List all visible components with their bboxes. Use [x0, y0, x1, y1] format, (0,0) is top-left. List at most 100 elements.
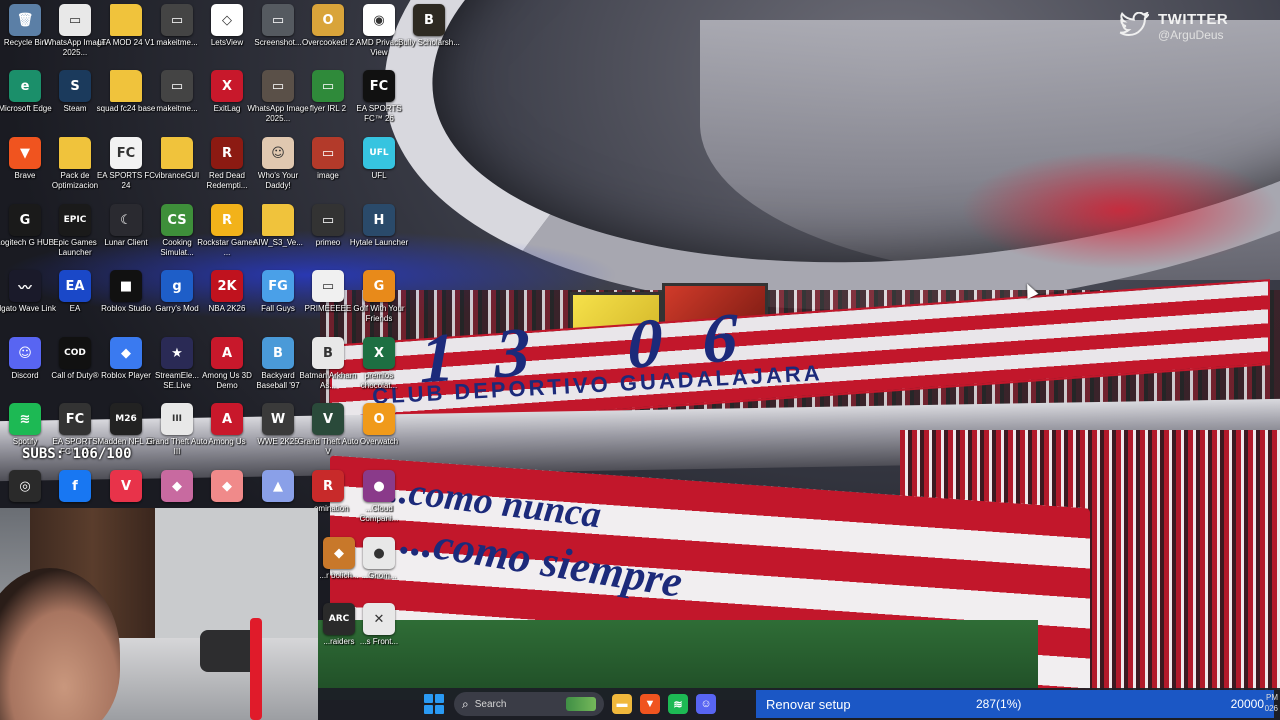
desktop-icon[interactable]: B Batman Arkham As... [300, 337, 356, 403]
desktop-icon[interactable]: ▭ image [303, 137, 353, 203]
brave-icon[interactable]: ▼ [640, 694, 660, 714]
desktop-icon[interactable]: W WWE 2K25 [253, 403, 303, 469]
desktop-icon[interactable]: squad fc24 base [97, 70, 155, 136]
search-highlight-image [566, 697, 596, 711]
desktop-icon[interactable]: ☺ Discord [0, 337, 50, 403]
webcam-wall [155, 508, 318, 638]
desktop-icon[interactable]: S Steam [50, 70, 100, 136]
desktop-icon[interactable]: ▭ primeo [303, 204, 353, 270]
desktop-icon[interactable]: ▭ PRIMEEEEE [303, 270, 353, 336]
clock-line-1: PM [1266, 693, 1278, 702]
desktop-icon[interactable]: 2K NBA 2K26 [202, 270, 252, 336]
desktop-icon[interactable]: O Overcooked! 2 [302, 4, 354, 70]
desktop-icon[interactable]: vibranceGUI [152, 137, 202, 203]
desktop-icon[interactable]: ▭ flyer IRL 2 [303, 70, 353, 136]
desktop-icon[interactable]: EPIC Epic Games Launcher [50, 204, 100, 270]
folder-icon [161, 137, 193, 169]
app-icon: ● [363, 470, 395, 502]
search-placeholder: Search [474, 698, 507, 710]
desktop-icon[interactable]: ● ...Cloud Compani... [354, 470, 404, 536]
desktop-icon[interactable]: ★ StreamEle... SE.Live [152, 337, 202, 403]
desktop-icon[interactable]: LTA MOD 24 V1 [97, 4, 155, 70]
desktop-icon[interactable]: ▭ WhatsApp Image 2025... [44, 4, 106, 70]
desktop-icon[interactable]: G Logitech G HUB [0, 204, 54, 270]
desktop-icon[interactable]: AIW_S3_Ve... [253, 204, 303, 270]
arc-raiders-icon: ARC [323, 603, 355, 635]
desktop-icon[interactable]: FG Fall Guys [253, 270, 303, 336]
desktop-icon[interactable]: ☺ Who's Your Daddy! [253, 137, 303, 203]
eye-icon: ◉ [363, 4, 395, 36]
desktop-icon[interactable]: 〰 Elgato Wave Link [0, 270, 56, 336]
taskbar: ⌕ Search ▬ ▼ ≋ ☺ Renovar setup 287(1%) 2000… [318, 688, 1280, 720]
desktop-icon[interactable]: ▭ makeitme... [152, 70, 202, 136]
desktop-icon[interactable]: V Grand Theft Auto V [298, 403, 358, 469]
valorant-icon: V [110, 470, 142, 502]
desktop-icon[interactable]: O Overwatch [354, 403, 404, 469]
desktop-icon[interactable]: B Bully Scholarsh... [398, 4, 460, 70]
desktop-icon[interactable]: ✕ ...s Front... [354, 603, 404, 669]
desktop-icon[interactable]: FC EA SPORTS FC™ 26 [354, 70, 404, 136]
file-explorer-icon[interactable]: ▬ [612, 694, 632, 714]
spotify-icon[interactable]: ≋ [668, 694, 688, 714]
desktop-icon[interactable]: B Backyard Baseball '97 [253, 337, 303, 403]
desktop-icon[interactable]: Xpremios chocolat... [354, 337, 404, 403]
image-file-icon: ▭ [161, 70, 193, 102]
desktop-icon[interactable]: Pack de Optimizacion [50, 137, 100, 203]
desktop-icon[interactable]: CS Cooking Simulat... [152, 204, 202, 270]
desktop-icon[interactable]: H Hytale Launcher [350, 204, 408, 270]
desktop-icon[interactable]: ▭ makeitme... [152, 4, 202, 70]
start-button[interactable] [424, 694, 444, 714]
folder-icon [110, 70, 142, 102]
desktop-icon[interactable]: X ExitLag [202, 70, 252, 136]
desktop-icon[interactable]: R Rockstar Games ... [197, 204, 257, 270]
app-icon: ◆ [161, 470, 193, 502]
desktop-icon[interactable]: COD Call of Duty® [50, 337, 100, 403]
exitlag-icon: X [211, 70, 243, 102]
elgato-icon: 〰 [9, 270, 41, 302]
facebook-icon: f [59, 470, 91, 502]
twitter-bird-icon [1118, 10, 1151, 40]
desktop-icon[interactable]: R Red Dead Redempti... [202, 137, 252, 203]
desktop-icon[interactable]: g Garry's Mod [152, 270, 202, 336]
wwe-icon: W [262, 403, 294, 435]
among-us-icon: A [211, 403, 243, 435]
desktop-icon-label: premios chocolat... [360, 371, 398, 390]
desktop-icon[interactable]: ◉ AMD Privacy View [354, 4, 404, 70]
desktop-icon[interactable]: UFL UFL [354, 137, 404, 203]
obs-icon: ◎ [9, 470, 41, 502]
baseball-icon: B [262, 337, 294, 369]
desktop-icon[interactable]: ● ...Gnom... [354, 537, 404, 603]
goal-count: 287(1%) [976, 697, 1022, 711]
desktop-icon[interactable]: EA EA [50, 270, 100, 336]
desktop-icon-label: Golf With Your Friends [353, 304, 405, 323]
desktop-icon[interactable]: ▭ Screenshot... [253, 4, 303, 70]
file-icon: ▭ [312, 270, 344, 302]
taskbar-search[interactable]: ⌕ Search [454, 692, 604, 716]
ufl-icon: UFL [363, 137, 395, 169]
desktop-icon[interactable]: FC EA SPORTS FC 24 [97, 137, 155, 203]
desktop-icon[interactable]: ▭ WhatsApp Image 2025... [247, 70, 309, 136]
app-icon: ✕ [363, 603, 395, 635]
desktop-icon[interactable]: ◇ LetsView [202, 4, 252, 70]
rdr-icon: R [211, 137, 243, 169]
taskbar-clock[interactable]: PM 026 [1265, 692, 1278, 714]
desktop-icon[interactable]: A Among Us 3D Demo [202, 337, 252, 403]
desktop-icon-label: ...s Front... [359, 637, 399, 646]
golf-icon: G [363, 270, 395, 302]
desktop-icon[interactable]: ☾ Lunar Client [101, 204, 151, 270]
desktop-icon[interactable]: ▼ Brave [0, 137, 50, 203]
overwatch-icon: O [363, 403, 395, 435]
webcam-feed [0, 508, 318, 720]
discord-icon[interactable]: ☺ [696, 694, 716, 714]
desktop-icon[interactable]: 🗑 Recycle Bin [0, 4, 50, 70]
desktop-icon[interactable]: G Golf With Your Friends [353, 270, 405, 336]
desktop-icon[interactable]: A Among Us [202, 403, 252, 469]
desktop-icon[interactable]: III Grand Theft Auto III [147, 403, 207, 469]
spotify-icon: ≋ [9, 403, 41, 435]
desktop-icon[interactable]: ■ Roblox Studio [101, 270, 151, 336]
gta5-icon: V [312, 403, 344, 435]
desktop-icon[interactable]: e Microsoft Edge [0, 70, 52, 136]
image-file-icon: ▭ [262, 70, 294, 102]
desktop-icon[interactable]: ◆ Roblox Player [101, 337, 151, 403]
gmod-icon: g [161, 270, 193, 302]
